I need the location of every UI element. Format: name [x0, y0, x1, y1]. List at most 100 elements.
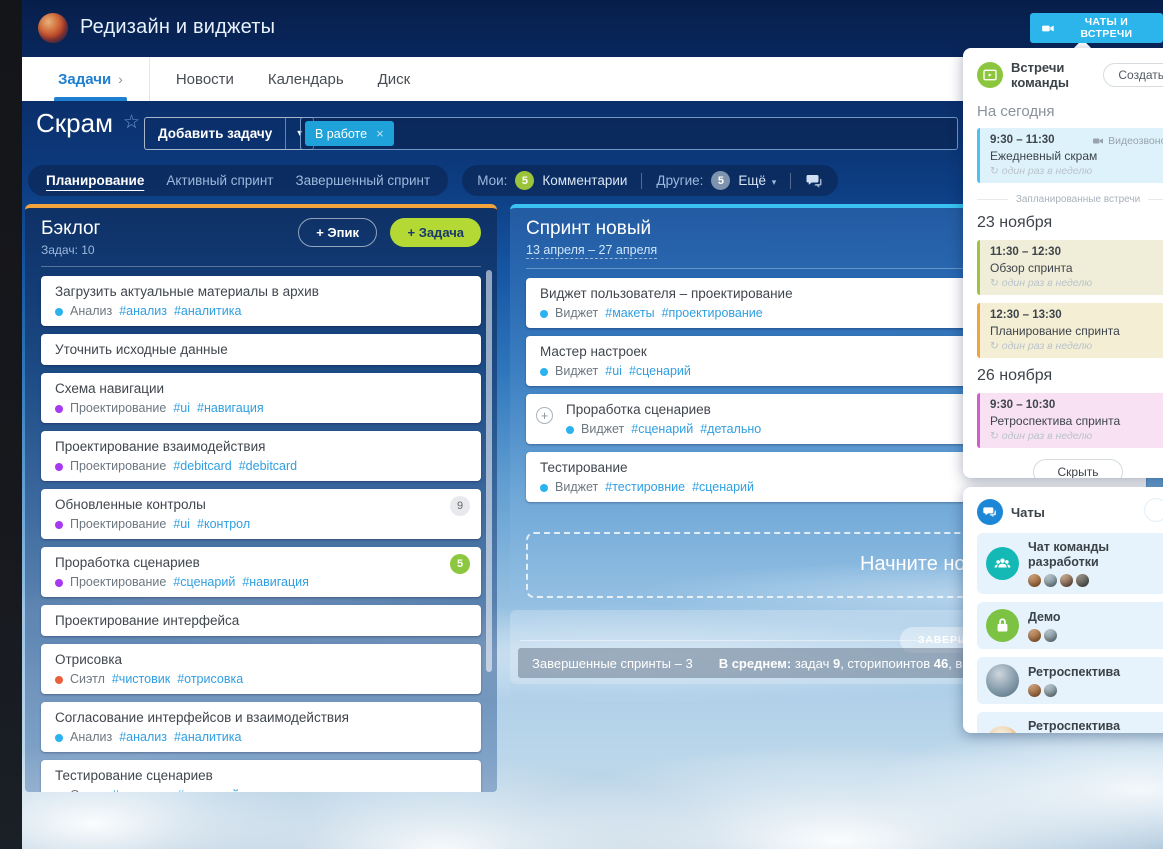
divider: [641, 173, 642, 189]
backlog-task-card[interactable]: 5Проработка сценариевПроектирование#сцен…: [41, 547, 481, 597]
task-hashtag[interactable]: #тестировние: [605, 480, 685, 495]
video-camera-icon: [1041, 21, 1055, 36]
add-epic-button[interactable]: + Эпик: [298, 218, 377, 247]
chat-item[interactable]: Демо: [977, 602, 1163, 649]
task-hashtag[interactable]: #сценарий: [629, 364, 691, 379]
completed-sprints-count: Завершенные спринты – 3: [532, 656, 693, 671]
filter-chip-in-progress[interactable]: В работе ×: [305, 121, 394, 146]
backlog-task-card[interactable]: ОтрисовкаСиэтл#чистовик#отрисовка: [41, 644, 481, 694]
favorite-star-icon[interactable]: ☆: [123, 112, 140, 133]
expand-plus-icon[interactable]: +: [536, 407, 553, 424]
chat-item[interactable]: Чат команды разработки: [977, 533, 1163, 594]
repeat-icon: ↻: [990, 340, 999, 352]
project-label: Виджет: [555, 306, 598, 321]
backlog-task-card[interactable]: Уточнить исходные данные: [41, 334, 481, 365]
member-avatar: [1044, 684, 1057, 697]
chat-members: [1028, 684, 1120, 697]
backlog-task-card[interactable]: Загрузить актуальные материалы в архивАн…: [41, 276, 481, 326]
board-title-text: Скрам: [36, 108, 113, 138]
task-hashtag[interactable]: #навигация: [242, 575, 309, 590]
task-hashtag[interactable]: #сценарий: [631, 422, 693, 437]
backlog-task-card[interactable]: Тестирование сценариев Сиэтл #чистовик #сце…: [41, 760, 481, 792]
meeting-date-heading: 23 ноября: [977, 214, 1163, 232]
task-hashtag[interactable]: #макеты: [605, 306, 654, 321]
chats-icon: [977, 499, 1003, 525]
task-hashtag[interactable]: #debitcard: [173, 459, 231, 474]
chat-item-body: Ретроспектива: [1028, 665, 1120, 697]
chats-action-button[interactable]: [1145, 499, 1163, 521]
chat-item[interactable]: Ретроспектива спринта: [977, 712, 1163, 733]
task-title: Тестирование сценариев: [55, 767, 467, 784]
chat-item[interactable]: Ретроспектива: [977, 657, 1163, 704]
divider-line: [1148, 199, 1163, 200]
task-hashtag[interactable]: #сценарий: [173, 575, 235, 590]
nav-tab-2[interactable]: Календарь: [268, 57, 344, 101]
project-color-dot: [55, 734, 63, 742]
backlog-scrollbar[interactable]: [486, 270, 492, 672]
backlog-task-card[interactable]: 9Обновленные контролыПроектирование#ui#к…: [41, 489, 481, 539]
project-color-dot: [55, 405, 63, 413]
close-icon[interactable]: ×: [376, 126, 384, 141]
create-meeting-button[interactable]: Создать: [1103, 63, 1163, 87]
task-hashtag[interactable]: #проектирование: [662, 306, 763, 321]
chat-bubbles-icon[interactable]: [805, 172, 823, 190]
breadcrumb-arrow-icon: ›: [118, 71, 123, 87]
board-title: Скрам ☆: [36, 108, 140, 139]
backlog-task-card[interactable]: Проектирование интерфейса: [41, 605, 481, 636]
task-hashtag[interactable]: #детально: [700, 422, 761, 437]
task-hashtag[interactable]: #чистовик: [112, 788, 170, 792]
meeting-recurrence: ↻ один раз в неделю: [990, 277, 1163, 289]
task-hashtag[interactable]: #анализ: [119, 730, 167, 745]
meeting-card[interactable]: 12:30 – 13:30Планирование спринта↻ один …: [977, 303, 1163, 358]
meeting-time: 9:30 – 10:30: [990, 399, 1163, 411]
more-dropdown[interactable]: Ещё ▾: [738, 173, 776, 188]
task-hashtag[interactable]: #контрол: [197, 517, 250, 532]
view-tab-0[interactable]: Планирование: [46, 173, 144, 188]
add-backlog-task-button[interactable]: + Задача: [390, 218, 481, 247]
task-meta: Проектирование#сценарий#навигация: [55, 575, 467, 590]
backlog-title: Бэклог: [41, 218, 101, 240]
task-title: Загрузить актуальные материалы в архив: [55, 283, 467, 300]
view-tab-2[interactable]: Завершенный спринт: [295, 173, 430, 188]
task-hashtag[interactable]: #debitcard: [239, 459, 297, 474]
task-hashtag[interactable]: #сценарий: [177, 788, 239, 792]
meeting-card[interactable]: 9:30 – 10:30Ретроспектива спринта↻ один …: [977, 393, 1163, 448]
chats-and-meetings-button[interactable]: ЧАТЫ И ВСТРЕЧИ: [1030, 13, 1163, 43]
task-hashtag[interactable]: #ui: [605, 364, 622, 379]
project-label: Сиэтл: [70, 788, 105, 792]
sprint-dates[interactable]: 13 апреля – 27 апреля: [526, 243, 657, 259]
comments-link[interactable]: Комментарии: [542, 173, 627, 188]
task-hashtag[interactable]: #отрисовка: [177, 672, 243, 687]
task-title: Уточнить исходные данные: [55, 341, 467, 358]
divider: [41, 266, 481, 267]
member-avatar: [1076, 574, 1089, 587]
view-tab-1[interactable]: Активный спринт: [166, 173, 273, 188]
meeting-card[interactable]: 9:30 – 11:30ВидеозвонокЕжедневный скрам↻…: [977, 128, 1163, 183]
my-label: Мои:: [477, 173, 507, 188]
nav-tab-3[interactable]: Диск: [378, 57, 411, 101]
backlog-task-card[interactable]: Схема навигацииПроектирование#ui#навигац…: [41, 373, 481, 423]
meeting-title: Ежедневный скрам: [990, 149, 1163, 163]
filter-search-input[interactable]: В работе ×: [300, 117, 958, 150]
task-hashtag[interactable]: #аналитика: [174, 730, 241, 745]
lock-icon: [986, 609, 1019, 642]
hide-meetings-button[interactable]: Скрыть: [1033, 459, 1124, 478]
project-color-dot: [55, 463, 63, 471]
task-meta: Сиэтл#чистовик#отрисовка: [55, 672, 467, 687]
meeting-card[interactable]: 11:30 – 12:30Обзор спринта↻ один раз в н…: [977, 240, 1163, 295]
member-avatar: [1060, 574, 1073, 587]
task-hashtag[interactable]: #чистовик: [112, 672, 170, 687]
task-hashtag[interactable]: #ui: [173, 517, 190, 532]
task-hashtag[interactable]: #сценарий: [692, 480, 754, 495]
nav-tab-1[interactable]: Новости: [176, 57, 234, 101]
task-hashtag[interactable]: #ui: [173, 401, 190, 416]
workspace-avatar[interactable]: [38, 13, 68, 43]
project-label: Виджет: [581, 422, 624, 437]
task-hashtag[interactable]: #анализ: [119, 304, 167, 319]
task-hashtag[interactable]: #аналитика: [174, 304, 241, 319]
nav-tab-0[interactable]: Задачи›: [58, 57, 123, 101]
add-task-button[interactable]: Добавить задачу ▾: [144, 117, 314, 150]
task-hashtag[interactable]: #навигация: [197, 401, 264, 416]
backlog-task-card[interactable]: Проектирование взаимодействияПроектирова…: [41, 431, 481, 481]
backlog-task-card[interactable]: Согласование интерфейсов и взаимодействи…: [41, 702, 481, 752]
